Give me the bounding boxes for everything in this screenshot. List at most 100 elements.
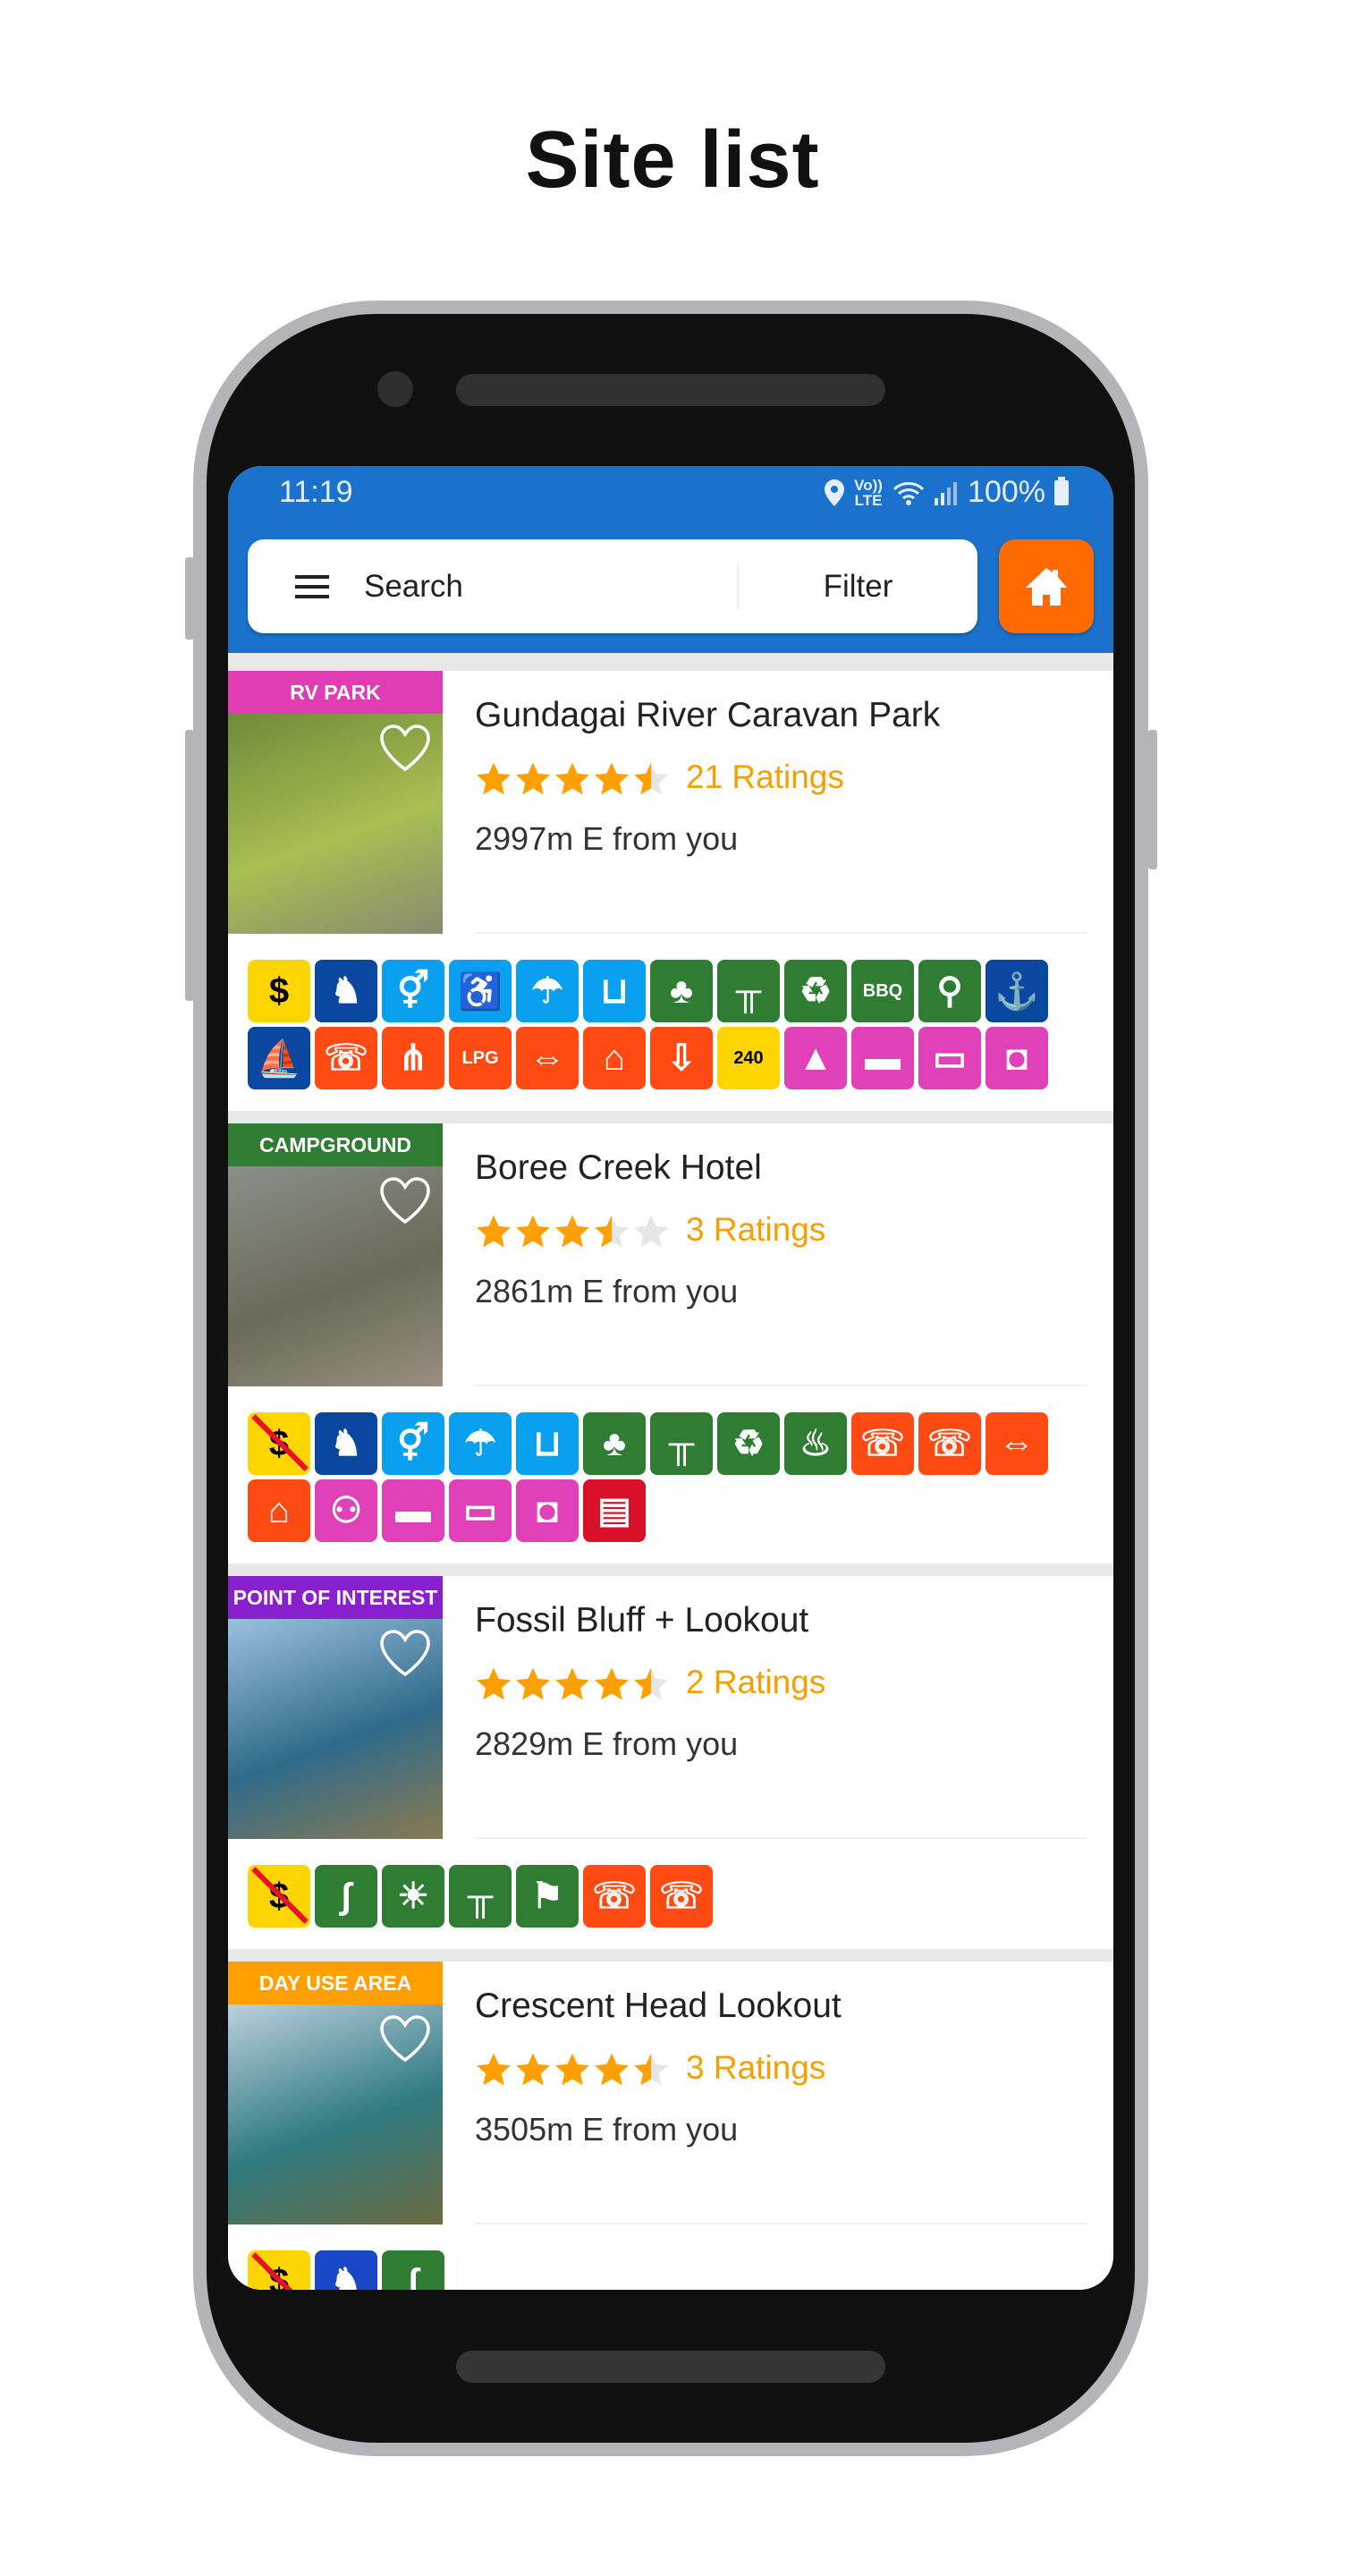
divider — [475, 2223, 1087, 2224]
status-time: 11:19 — [279, 475, 353, 509]
dog-friendly-icon: ♞ — [315, 960, 377, 1022]
boat-ramp-icon: ⛵ — [248, 1027, 310, 1089]
star-icon — [475, 2051, 512, 2093]
favorite-heart-icon[interactable] — [378, 1175, 432, 1225]
facility-icons: $ ♞ ⚥ ☂ ⊔ ♣ ╥ ♻ ♨ ☏ ☏ ⇔ ⌂ ⚇ ▬ ▭ ◘ ▤ — [228, 1386, 1113, 1563]
site-card[interactable]: RV PARK Gundagai River Caravan Park 21 R… — [228, 671, 1113, 1111]
site-card[interactable]: CAMPGROUND Boree Creek Hotel 3 Ratings 2… — [228, 1123, 1113, 1563]
star-icon — [632, 1213, 670, 1255]
distance-text: 3505m E from you — [475, 2111, 739, 2148]
power-240-icon: 240 — [717, 1027, 780, 1089]
ratings-count[interactable]: 3 Ratings — [686, 1211, 825, 1249]
phone-power-button — [1148, 730, 1157, 869]
big-rig-icon: ⇔ — [985, 1412, 1048, 1475]
site-card[interactable]: DAY USE AREA Crescent Head Lookout 3 Rat… — [228, 1962, 1113, 2290]
scenic-view-icon: ☀ — [382, 1865, 444, 1928]
star-rating — [475, 2051, 670, 2093]
drinking-water-icon: ⊔ — [516, 1412, 579, 1475]
caravan-icon: ◘ — [985, 1027, 1048, 1089]
phone-speaker — [456, 374, 885, 406]
home-button[interactable] — [999, 539, 1094, 633]
caravan-icon: ◘ — [516, 1479, 579, 1542]
star-icon — [475, 760, 512, 802]
cabin-icon: ⌂ — [583, 1027, 646, 1089]
phone-volume-button — [185, 557, 194, 640]
hamburger-menu-icon[interactable] — [295, 575, 329, 598]
signal-icon — [935, 481, 958, 505]
ratings-count[interactable]: 2 Ratings — [686, 1664, 825, 1701]
star-icon — [514, 2051, 552, 2093]
walking-trail-icon: ∫ — [382, 2250, 444, 2290]
battery-percent: 100% — [968, 475, 1045, 509]
divider — [475, 932, 1087, 934]
shade-tree-icon: ♣ — [650, 960, 713, 1022]
star-icon — [632, 760, 670, 802]
site-name[interactable]: Gundagai River Caravan Park — [475, 696, 940, 735]
star-icon — [475, 1213, 512, 1255]
favorite-heart-icon[interactable] — [378, 723, 432, 773]
star-icon — [632, 2051, 670, 2093]
filter-button[interactable]: Filter — [739, 539, 977, 633]
fire-pit-icon: ♨ — [784, 1412, 847, 1475]
site-list: RV PARK Gundagai River Caravan Park 21 R… — [228, 671, 1113, 2290]
page-title: Site list — [525, 115, 820, 205]
motorhome-icon: ▬ — [382, 1479, 444, 1542]
phone-camera — [377, 371, 413, 407]
favorite-heart-icon[interactable] — [378, 2013, 432, 2063]
star-rating — [475, 1665, 670, 1707]
star-icon — [554, 1213, 591, 1255]
free-no-fee-icon: $ — [248, 1865, 310, 1928]
free-no-fee-icon: $ — [248, 2250, 310, 2290]
telstra-signal-icon: ☏ — [583, 1865, 646, 1928]
distance-text: 2829m E from you — [475, 1725, 739, 1762]
motorhome-icon: ▬ — [851, 1027, 914, 1089]
status-icons: Vo)) LTE 100% — [825, 475, 1069, 510]
telstra-signal-icon: ☏ — [315, 1027, 377, 1089]
rubbish-bin-icon: ♻ — [717, 1412, 780, 1475]
tent-icon: ▲ — [784, 1027, 847, 1089]
site-card[interactable]: POINT OF INTEREST Fossil Bluff + Lookout… — [228, 1576, 1113, 1949]
shade-tree-icon: ♣ — [583, 1412, 646, 1475]
app-screen: 11:19 Vo)) LTE 100% Search Filter RV PAR… — [228, 466, 1113, 2290]
favorite-heart-icon[interactable] — [378, 1628, 432, 1678]
rubbish-bin-icon: ♻ — [784, 960, 847, 1022]
hiking-icon: ⚑ — [516, 1865, 579, 1928]
star-icon — [554, 760, 591, 802]
ratings-count[interactable]: 3 Ratings — [686, 2049, 825, 2087]
star-icon — [593, 1213, 630, 1255]
site-name[interactable]: Crescent Head Lookout — [475, 1987, 842, 2026]
bus-icon: ▤ — [583, 1479, 646, 1542]
telstra-signal-icon: ☏ — [851, 1412, 914, 1475]
category-badge: RV PARK — [228, 671, 443, 714]
volte-indicator: Vo)) LTE — [854, 476, 883, 509]
location-icon — [825, 479, 845, 506]
facility-icons: $ ∫ ☀ ╥ ⚑ ☏ ☏ — [228, 1839, 1113, 1949]
star-icon — [514, 760, 552, 802]
star-icon — [475, 1665, 512, 1707]
star-icon — [593, 760, 630, 802]
dog-friendly-icon: ♞ — [315, 2250, 377, 2290]
lpg-icon: LPG — [449, 1027, 512, 1089]
search-bar[interactable]: Search Filter — [248, 539, 977, 633]
search-input[interactable]: Search — [364, 569, 463, 605]
home-icon — [1026, 567, 1067, 606]
free-no-fee-icon: $ — [248, 1412, 310, 1475]
picnic-table-icon: ╥ — [449, 1865, 512, 1928]
camper-trailer-icon: ▭ — [449, 1479, 512, 1542]
battery-icon — [1054, 476, 1069, 505]
site-name[interactable]: Boree Creek Hotel — [475, 1148, 762, 1188]
distance-text: 2997m E from you — [475, 820, 739, 857]
site-name[interactable]: Fossil Bluff + Lookout — [475, 1601, 808, 1640]
ratings-count[interactable]: 21 Ratings — [686, 758, 844, 796]
drinking-water-icon: ⊔ — [583, 960, 646, 1022]
dump-point-icon: ⇩ — [650, 1027, 713, 1089]
bbq-icon: BBQ — [851, 960, 914, 1022]
camper-trailer-icon: ▭ — [918, 1027, 981, 1089]
tv-antenna-icon: ⋔ — [382, 1027, 444, 1089]
category-badge: POINT OF INTEREST — [228, 1576, 443, 1619]
category-badge: CAMPGROUND — [228, 1123, 443, 1166]
dog-friendly-icon: ♞ — [315, 1412, 377, 1475]
playground-icon: ⚲ — [918, 960, 981, 1022]
star-icon — [554, 1665, 591, 1707]
picnic-table-icon: ╥ — [650, 1412, 713, 1475]
